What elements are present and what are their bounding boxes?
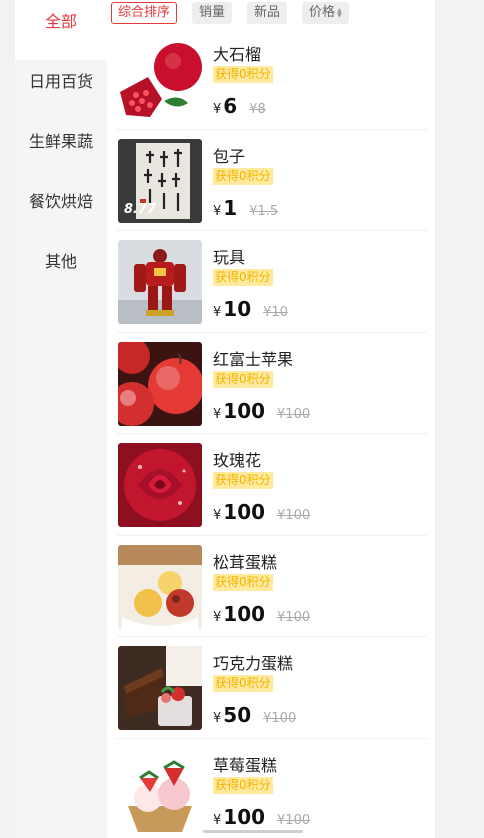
price-row: ¥ 1 ¥1.5 xyxy=(213,196,278,220)
current-price: 6 xyxy=(223,94,238,118)
category-sidebar: 全部 日用百货 生鲜果蔬 餐饮烘焙 其他 xyxy=(15,0,107,838)
current-price: 10 xyxy=(223,297,252,321)
current-price: 100 xyxy=(223,500,266,524)
product-card[interactable]: 巧克力蛋糕 获得0积分 ¥ 50 ¥100 xyxy=(117,637,427,739)
sort-bar: 综合排序 销量 新品 价格 ▲ ▼ xyxy=(111,1,364,25)
apple-image xyxy=(118,341,202,426)
sort-label: 价格 xyxy=(309,5,336,20)
currency-symbol: ¥ xyxy=(213,711,222,726)
scroll-indicator[interactable] xyxy=(203,830,303,833)
points-badge: 获得0积分 xyxy=(213,66,273,83)
currency-symbol: ¥ xyxy=(213,203,222,219)
currency-symbol: ¥ xyxy=(213,305,222,320)
original-price: ¥100 xyxy=(277,812,311,828)
product-card[interactable]: 松茸蛋糕 获得0积分 ¥ 100 ¥100 xyxy=(117,536,427,637)
product-area: 综合排序 销量 新品 价格 ▲ ▼ 大石榴 获得0积分 ¥ 6 ¥8 8.77 … xyxy=(107,0,435,838)
product-card[interactable]: 草莓蛋糕 获得0积分 ¥ 100 ¥100 xyxy=(117,739,427,838)
price-row: ¥ 50 ¥100 xyxy=(213,703,296,727)
currency-symbol: ¥ xyxy=(213,406,222,422)
sidebar-item-daily-goods[interactable]: 日用百货 xyxy=(15,60,107,120)
product-name: 巧克力蛋糕 xyxy=(213,654,294,673)
sort-label: 新品 xyxy=(254,5,281,20)
sort-new-button[interactable]: 新品 xyxy=(247,2,288,24)
price-row: ¥ 100 ¥100 xyxy=(213,602,310,626)
product-card[interactable]: 大石榴 获得0积分 ¥ 6 ¥8 xyxy=(117,28,427,130)
points-badge: 获得0积分 xyxy=(213,573,273,591)
product-name: 草莓蛋糕 xyxy=(213,755,278,775)
price-row: ¥ 100 ¥100 xyxy=(213,805,310,829)
price-row: ¥ 10 ¥10 xyxy=(213,297,288,321)
product-name: 玫瑰花 xyxy=(213,451,262,470)
sidebar-item-fresh-produce[interactable]: 生鲜果蔬 xyxy=(15,120,107,180)
product-name: 大石榴 xyxy=(213,45,262,64)
original-price: ¥8 xyxy=(249,102,266,117)
sort-comprehensive-button[interactable]: 综合排序 xyxy=(111,2,178,24)
currency-symbol: ¥ xyxy=(213,508,222,523)
product-card[interactable]: 玫瑰花 获得0积分 ¥ 100 ¥100 xyxy=(117,434,427,536)
price-row: ¥ 100 ¥100 xyxy=(213,500,310,524)
sort-label: 销量 xyxy=(199,5,226,20)
calligraphy-image: 8.77 xyxy=(118,138,202,223)
robot-toy-image xyxy=(118,240,202,324)
points-badge: 获得0积分 xyxy=(213,269,273,286)
points-badge: 获得0积分 xyxy=(213,370,273,388)
sort-arrows-icon: ▲ ▼ xyxy=(337,7,342,19)
original-price: ¥100 xyxy=(263,711,297,726)
sidebar-item-all[interactable]: 全部 xyxy=(15,0,107,60)
pomegranate-image xyxy=(118,37,202,121)
points-badge: 获得0积分 xyxy=(213,167,273,185)
original-price: ¥100 xyxy=(277,609,311,625)
rose-image xyxy=(118,443,202,527)
current-price: 1 xyxy=(223,195,238,220)
currency-symbol: ¥ xyxy=(213,812,222,828)
currency-symbol: ¥ xyxy=(213,102,222,117)
product-name: 包子 xyxy=(213,146,246,166)
original-price: ¥10 xyxy=(263,305,288,320)
chocolate-cake-image xyxy=(118,646,202,730)
product-list: 大石榴 获得0积分 ¥ 6 ¥8 8.77 包子 获得0积分 ¥ 1 ¥1.5 … xyxy=(107,28,435,838)
product-card[interactable]: 红富士苹果 获得0积分 ¥ 100 ¥100 xyxy=(117,333,427,434)
sort-label: 综合排序 xyxy=(118,5,171,20)
sidebar-item-food-bakery[interactable]: 餐饮烘焙 xyxy=(15,180,107,240)
points-badge: 获得0积分 xyxy=(213,675,273,692)
original-price: ¥1.5 xyxy=(249,203,279,219)
currency-symbol: ¥ xyxy=(213,609,222,625)
current-price: 100 xyxy=(223,804,266,829)
icecream-image xyxy=(118,544,202,629)
price-row: ¥ 100 ¥100 xyxy=(213,399,310,423)
original-price: ¥100 xyxy=(277,406,311,422)
points-badge: 获得0积分 xyxy=(213,776,273,794)
price-row: ¥ 6 ¥8 xyxy=(213,94,266,118)
strawberry-cake-image xyxy=(118,747,202,832)
current-price: 50 xyxy=(223,703,252,727)
sidebar-item-other[interactable]: 其他 xyxy=(15,240,107,300)
product-card[interactable]: 8.77 包子 获得0积分 ¥ 1 ¥1.5 xyxy=(117,130,427,231)
original-price: ¥100 xyxy=(277,508,311,523)
current-price: 100 xyxy=(223,601,266,626)
sort-sales-button[interactable]: 销量 xyxy=(192,2,233,24)
points-badge: 获得0积分 xyxy=(213,472,273,489)
product-name: 玩具 xyxy=(213,248,246,267)
sort-price-button[interactable]: 价格 ▲ ▼ xyxy=(302,2,349,24)
product-name: 松茸蛋糕 xyxy=(213,552,278,572)
product-card[interactable]: 玩具 获得0积分 ¥ 10 ¥10 xyxy=(117,231,427,333)
current-price: 100 xyxy=(223,398,266,423)
app-window: 全部 日用百货 生鲜果蔬 餐饮烘焙 其他 综合排序 销量 新品 价格 ▲ ▼ 大… xyxy=(15,0,435,838)
product-name: 红富士苹果 xyxy=(213,349,294,369)
image-overlay-text: 8.77 xyxy=(124,201,157,217)
